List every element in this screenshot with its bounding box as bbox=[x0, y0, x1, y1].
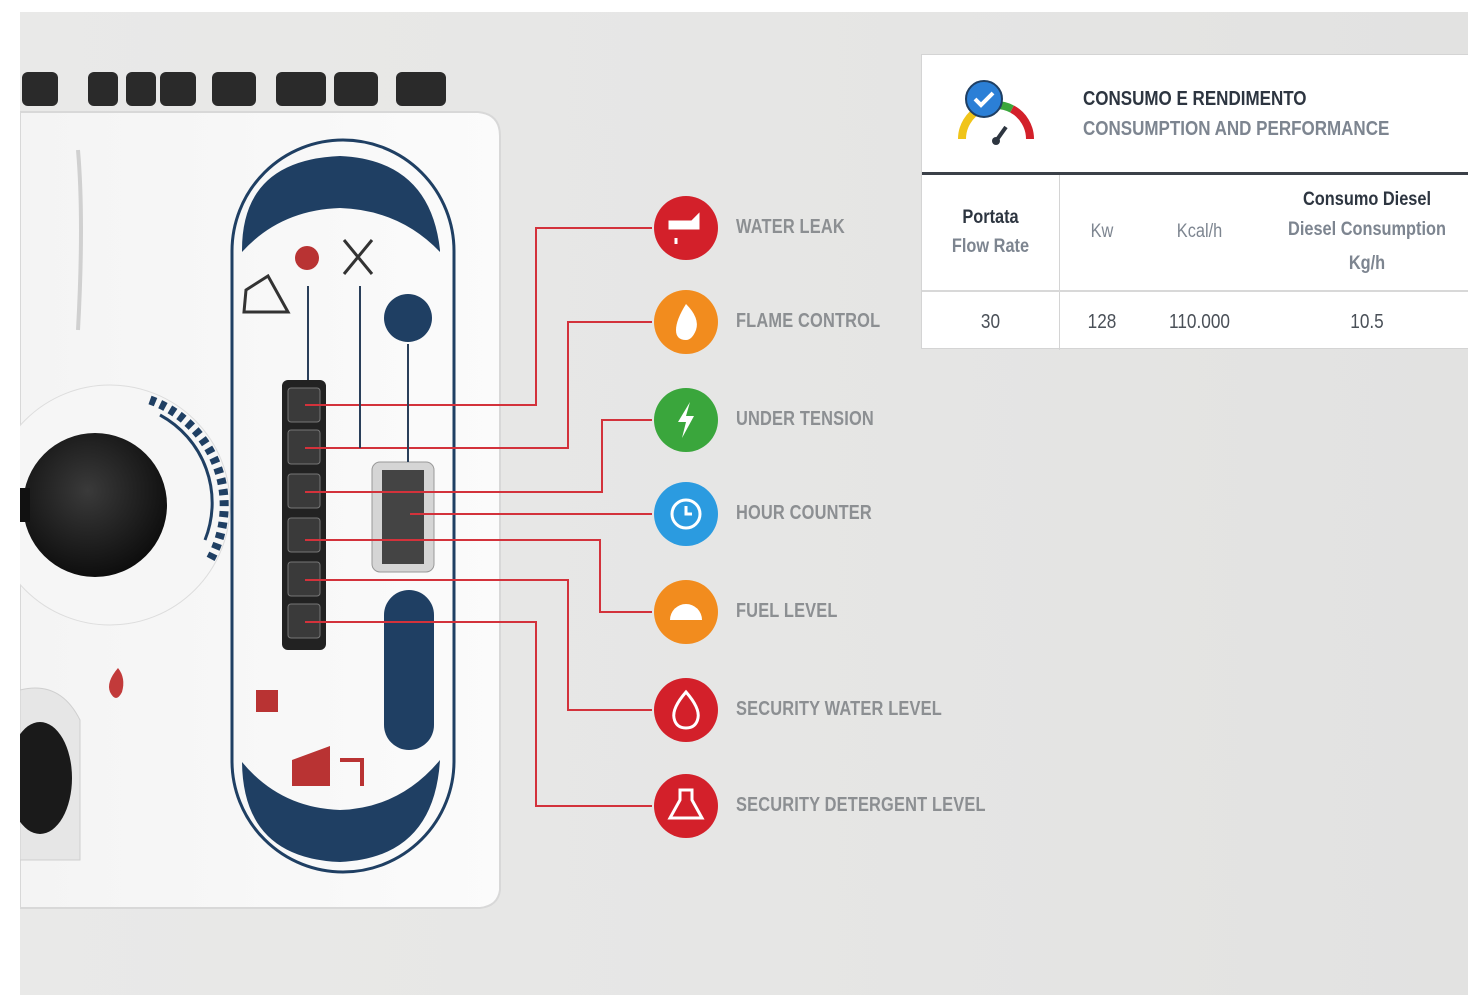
header-kw: Kw bbox=[1090, 221, 1114, 242]
legend-label-water-leak: WATER LEAK bbox=[736, 216, 845, 238]
lightning-icon bbox=[654, 388, 718, 452]
header-diesel-italian: Consumo Diesel bbox=[1302, 189, 1432, 210]
temperature-knob bbox=[23, 433, 167, 577]
legend-label-flame-control: FLAME CONTROL bbox=[736, 310, 881, 332]
consumption-spec-table: CONSUMO E RENDIMENTO CONSUMPTION AND PER… bbox=[921, 54, 1468, 350]
legend-label-hour-counter: HOUR COUNTER bbox=[736, 502, 872, 524]
header-flow-english: Flow Rate bbox=[951, 236, 1030, 257]
performance-gauge-icon bbox=[958, 80, 1034, 145]
value-kcal: 110.000 bbox=[1169, 311, 1230, 333]
value-flow-rate: 30 bbox=[980, 311, 1001, 333]
legend-label-fuel-level: FUEL LEVEL bbox=[736, 600, 838, 622]
panel-clock-icon bbox=[384, 294, 432, 342]
header-kcal: Kcal/h bbox=[1176, 221, 1223, 242]
legend-label-security-detergent-level: SECURITY DETERGENT LEVEL bbox=[736, 794, 986, 816]
header-diesel-unit: Kg/h bbox=[1348, 253, 1386, 274]
flame-icon bbox=[654, 290, 718, 354]
header-diesel-english: Diesel Consumption bbox=[1288, 219, 1446, 240]
water-drop-icon bbox=[654, 678, 718, 742]
spec-table-header: CONSUMO E RENDIMENTO CONSUMPTION AND PER… bbox=[922, 55, 1468, 172]
legend-label-under-tension: UNDER TENSION bbox=[736, 408, 874, 430]
row-divider bbox=[922, 290, 1468, 292]
value-kw: 128 bbox=[1087, 311, 1117, 333]
detergent-flask-icon bbox=[654, 774, 718, 838]
header-flow-italian: Portata bbox=[962, 207, 1019, 228]
fuel-gauge-icon bbox=[654, 580, 718, 644]
panel-clips bbox=[22, 72, 446, 106]
water-leak-icon bbox=[654, 196, 718, 260]
spec-title-italian: CONSUMO E RENDIMENTO bbox=[1083, 88, 1307, 110]
clock-icon bbox=[654, 482, 718, 546]
value-diesel-consumption: 10.5 bbox=[1350, 311, 1384, 333]
header-divider bbox=[922, 172, 1468, 175]
spec-title-english: CONSUMPTION AND PERFORMANCE bbox=[1083, 118, 1390, 140]
legend-icons bbox=[654, 196, 718, 838]
column-divider bbox=[1059, 175, 1060, 350]
legend-label-security-water-level: SECURITY WATER LEVEL bbox=[736, 698, 942, 720]
